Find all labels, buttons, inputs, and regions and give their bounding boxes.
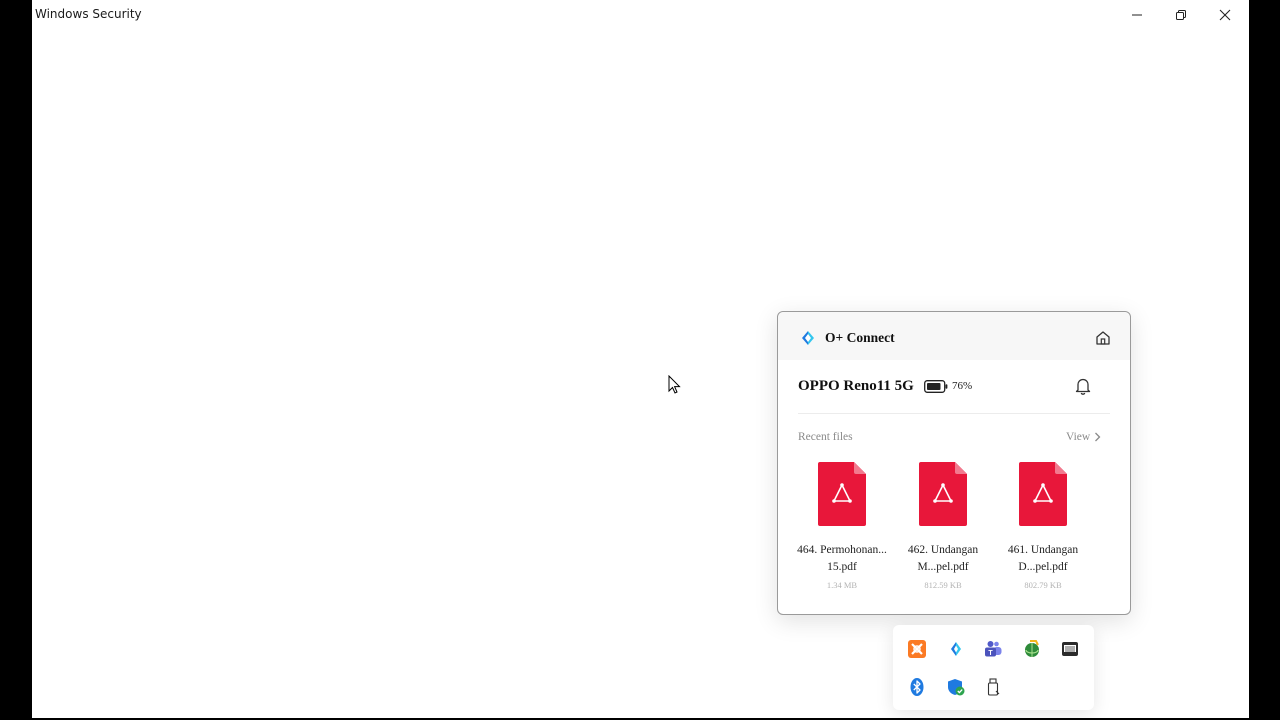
- xampp-icon[interactable]: [907, 639, 927, 659]
- file-size: 812.59 KB: [924, 580, 962, 590]
- divider: [798, 413, 1110, 414]
- view-all-link[interactable]: View: [1066, 431, 1101, 443]
- battery-percentage: 76%: [952, 380, 973, 392]
- file-size: 802.79 KB: [1024, 580, 1062, 590]
- bell-icon[interactable]: [1074, 376, 1092, 396]
- restore-icon: [1176, 10, 1186, 20]
- restore-button[interactable]: [1159, 0, 1203, 30]
- recent-file-item[interactable]: 464. Permohonan... 15.pdf 1.34 MB: [797, 462, 887, 590]
- app-name: O+ Connect: [825, 330, 895, 345]
- device-name: OPPO Reno11 5G: [798, 378, 914, 394]
- o-plus-connect-logo-icon: [802, 331, 814, 345]
- minimize-icon: [1132, 14, 1142, 16]
- chevron-right-icon: [1095, 432, 1101, 442]
- teams-icon[interactable]: T: [983, 639, 1003, 659]
- network-globe-icon[interactable]: [1022, 639, 1042, 659]
- minimize-button[interactable]: [1115, 0, 1159, 30]
- svg-text:T: T: [988, 650, 993, 657]
- o-plus-connect-icon[interactable]: [946, 639, 966, 659]
- recent-file-item[interactable]: 462. Undangan M...pel.pdf 812.59 KB: [898, 462, 988, 590]
- system-tray-overflow: T: [893, 625, 1094, 710]
- battery-icon: [924, 380, 948, 393]
- pdf-file-icon: [919, 462, 967, 526]
- file-name: 464. Permohonan... 15.pdf: [797, 544, 887, 573]
- windows-security-icon[interactable]: [946, 677, 966, 697]
- pdf-file-icon: [818, 462, 866, 526]
- o-plus-connect-flyout: O+ Connect OPPO Reno11 5G 76% Recent fil…: [777, 311, 1131, 615]
- pdf-file-icon: [1019, 462, 1067, 526]
- keyboard-icon[interactable]: [1060, 639, 1080, 659]
- home-icon[interactable]: [1094, 329, 1112, 347]
- mouse-pointer-icon: [668, 375, 681, 394]
- file-name: 461. Undangan D...pel.pdf: [1007, 544, 1079, 573]
- view-link-label: View: [1066, 431, 1091, 443]
- file-size: 1.34 MB: [826, 580, 858, 590]
- usb-drive-icon[interactable]: [984, 677, 1004, 697]
- bluetooth-icon[interactable]: [907, 677, 927, 697]
- file-name: 462. Undangan M...pel.pdf: [907, 544, 979, 573]
- recent-files-label: Recent files: [798, 431, 853, 443]
- window-title: Windows Security: [35, 7, 142, 21]
- recent-file-item[interactable]: 461. Undangan D...pel.pdf 802.79 KB: [998, 462, 1088, 590]
- close-button[interactable]: [1203, 0, 1247, 30]
- title-bar: Windows Security: [32, 0, 1249, 30]
- close-icon: [1219, 9, 1231, 21]
- flyout-header: O+ Connect: [778, 312, 1130, 360]
